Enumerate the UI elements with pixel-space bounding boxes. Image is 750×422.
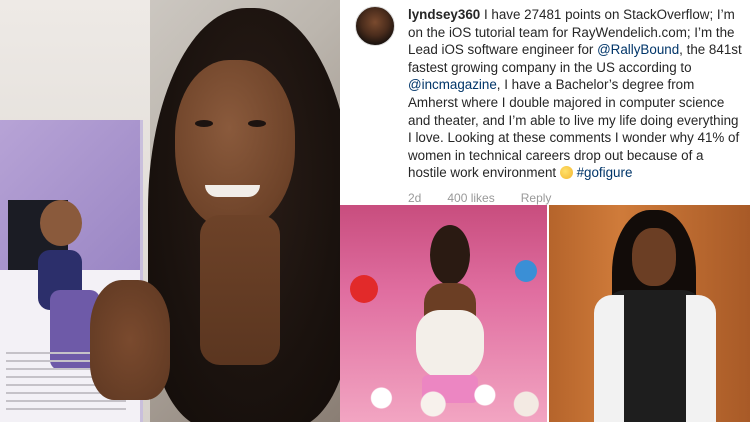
eye-left [195, 120, 213, 127]
avatar[interactable] [355, 6, 395, 46]
hashtag-gofigure[interactable]: #gofigure [577, 165, 633, 180]
mention-rallybound[interactable]: @RallyBound [597, 42, 679, 57]
post-caption: lyndsey360 I have 27481 points on StackO… [408, 6, 744, 182]
cartoon-head [40, 200, 82, 246]
face [175, 60, 295, 230]
red-balloon [350, 275, 378, 303]
talk-photo [549, 205, 750, 422]
eye-right [248, 120, 266, 127]
smile [205, 185, 260, 197]
balloon-pile [340, 362, 547, 422]
speaker-face [632, 228, 676, 286]
username-link[interactable]: lyndsey360 [408, 7, 480, 22]
like-count[interactable]: 400 likes [447, 191, 494, 205]
mention-incmagazine[interactable]: @incmagazine [408, 77, 497, 92]
post-age[interactable]: 2d [408, 191, 421, 205]
caption-text-3: , I have a Bachelor’s degree from Amhers… [408, 77, 740, 181]
speaker-vest-left [594, 295, 624, 422]
runway-photo [340, 205, 547, 422]
instagram-post: lyndsey360 I have 27481 points on StackO… [340, 0, 750, 205]
speaker-vest-right [686, 295, 716, 422]
thinking-face-icon [559, 166, 573, 180]
reply-button[interactable]: Reply [521, 191, 552, 205]
model-head [430, 225, 470, 285]
blue-balloon [515, 260, 537, 282]
left-photo [0, 0, 340, 422]
neck [200, 215, 280, 365]
speaker [594, 210, 716, 422]
post-meta: 2d 400 likes Reply [408, 191, 551, 205]
hand [90, 280, 170, 400]
